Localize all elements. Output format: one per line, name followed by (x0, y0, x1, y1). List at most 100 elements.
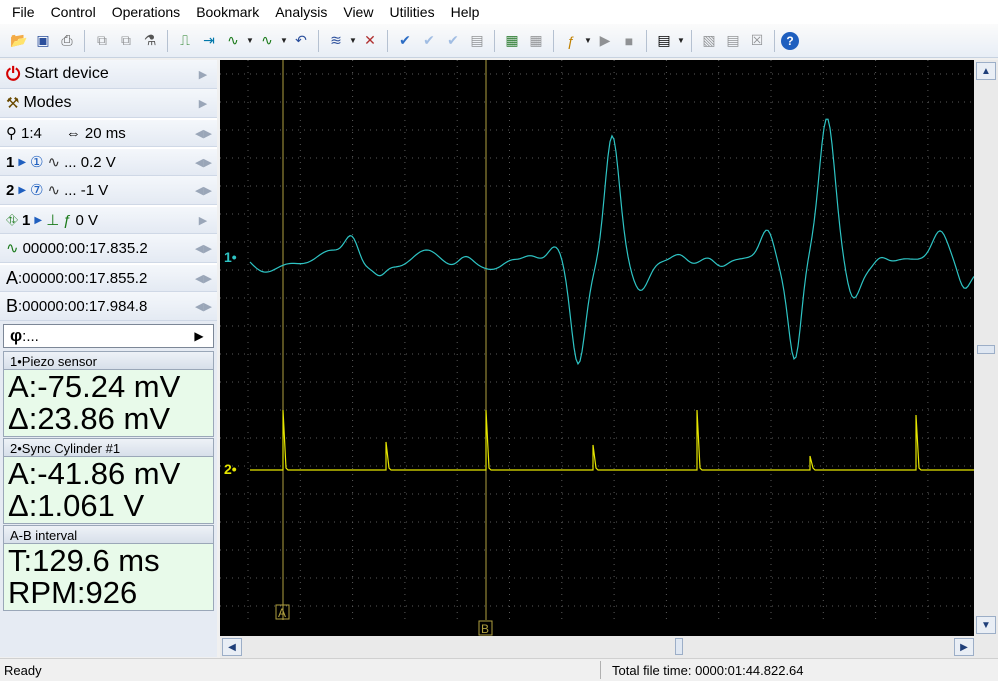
signal-alt-icon[interactable]: ∿ (256, 30, 278, 52)
chevron-right-icon: ▶ (198, 97, 208, 110)
scroll-left-icon[interactable]: ◀ (222, 638, 242, 656)
menu-operations[interactable]: Operations (104, 0, 188, 24)
control-panel: ⏻ Start device ▶ ⚒ Modes ▶ ⚲ 1:4 ⇔ 20 ms… (0, 60, 217, 657)
ac-coupling-icon: ∿ (47, 154, 61, 171)
app-window: File Control Operations Bookmark Analysi… (0, 0, 998, 681)
menu-utilities[interactable]: Utilities (381, 0, 442, 24)
interval-title: A-B interval (3, 525, 214, 544)
check-down-icon[interactable]: ✔ (418, 30, 440, 52)
menu-view[interactable]: View (335, 0, 381, 24)
save-icon[interactable]: ▣ (32, 30, 54, 52)
check-double-icon[interactable]: ✔ (442, 30, 464, 52)
chevron-down-icon[interactable]: ▼ (246, 36, 254, 45)
horizontal-scrollbar[interactable]: ◀ ▶ (220, 636, 998, 658)
chevron-right-icon: ▶ (198, 68, 208, 81)
copy-icon[interactable]: ⧉ (91, 30, 113, 52)
phi-value: :... (22, 327, 39, 345)
formula-open-icon[interactable]: ƒ (560, 30, 582, 52)
formula-run-icon[interactable]: ▶ (594, 30, 616, 52)
phase-row[interactable]: φ :... ▶ (3, 324, 214, 348)
undo-icon[interactable]: ↶ (290, 30, 312, 52)
toolbar-separator (691, 29, 692, 52)
scope-canvas[interactable]: 1• 2• A B (220, 60, 974, 636)
menu-analysis[interactable]: Analysis (267, 0, 335, 24)
print-icon[interactable]: ⎙ (56, 30, 78, 52)
timebase-icon: ⇔ (65, 124, 81, 142)
toolbar-separator (318, 29, 319, 52)
notes-icon[interactable]: ▤ (722, 30, 744, 52)
channel-2-row[interactable]: 2 ▶ ⑦ ∿ ... -1 V ◀▶ (0, 176, 217, 205)
report-icon[interactable]: ▧ (698, 30, 720, 52)
left-right-arrows-icon[interactable]: ◀▶ (195, 242, 212, 255)
left-right-arrows-icon[interactable]: ◀▶ (195, 156, 212, 169)
channel-2-trace (250, 409, 974, 471)
zoom-timebase-row[interactable]: ⚲ 1:4 ⇔ 20 ms ◀▶ (0, 118, 217, 147)
start-device-row[interactable]: ⏻ Start device ▶ (0, 60, 217, 89)
chevron-down-icon[interactable]: ▼ (349, 36, 357, 45)
left-right-arrows-icon[interactable]: ◀▶ (195, 300, 212, 313)
scroll-right-icon[interactable]: ▶ (954, 638, 974, 656)
channel-2-marker: 2• (224, 461, 237, 477)
zoom-icon: ⚲ (6, 125, 17, 142)
play-icon[interactable]: ▶ (191, 329, 207, 343)
chart-icon[interactable]: ▦ (501, 30, 523, 52)
left-right-arrows-icon[interactable]: ◀▶ (195, 184, 212, 197)
cursor-icon[interactable]: ⇥ (198, 30, 220, 52)
trigger-time-row[interactable]: ∿ 00000:00:17.835.2 ◀▶ (0, 234, 217, 263)
left-right-arrows-icon[interactable]: ◀▶ (195, 127, 212, 140)
left-right-arrows-icon[interactable]: ◀▶ (195, 272, 212, 285)
delete-icon[interactable]: ✕ (359, 30, 381, 52)
oscilloscope-view[interactable]: 1• 2• A B (220, 60, 974, 636)
close-report-icon[interactable]: ☒ (746, 30, 768, 52)
trigger-edge-icon[interactable]: ⎍ (174, 30, 196, 52)
play-icon: ▶ (18, 184, 27, 196)
trigger-row[interactable]: ⛗ 1 ▶ ⊥ ƒ 0 V ▶ (0, 205, 217, 234)
menu-help[interactable]: Help (443, 0, 488, 24)
open-folder-icon[interactable]: 📂 (8, 30, 30, 52)
channel-1-row[interactable]: 1 ▶ ① ∿ ... 0.2 V ◀▶ (0, 147, 217, 176)
check-icon[interactable]: ✔ (394, 30, 416, 52)
toolbar-separator (774, 29, 775, 52)
ch2-value-a: A:-41.86 mV (8, 456, 181, 491)
document-icon[interactable]: ▤ (466, 30, 488, 52)
chevron-right-icon: ▶ (198, 214, 208, 227)
menu-bookmark[interactable]: Bookmark (188, 0, 267, 24)
chevron-down-icon[interactable]: ▼ (280, 36, 288, 45)
modes-row[interactable]: ⚒ Modes ▶ (0, 89, 217, 118)
chart-edit-icon[interactable]: ▦ (525, 30, 547, 52)
help-icon[interactable]: ? (781, 31, 799, 50)
modes-label: Modes (23, 94, 72, 111)
menu-control[interactable]: Control (43, 0, 104, 24)
interval-time: T:129.6 ms (8, 543, 160, 578)
cursor-b-time: :00000:00:17.984.8 (18, 297, 148, 315)
toolbar: 📂 ▣ ⎙ ⧉ ⧉ ⚗ ⎍ ⇥ ∿ ▼ ∿ ▼ ↶ ≋ ▼ ✕ ✔ ✔ ✔ ▤ … (0, 24, 998, 58)
paste-icon[interactable]: ⧉ (115, 30, 137, 52)
channel-1-number: 1 (6, 153, 15, 171)
cursor-b-label: B (6, 295, 19, 316)
ch1-measure-box: A:-75.24 mV Δ:23.86 mV (3, 370, 214, 437)
signal-icon[interactable]: ∿ (222, 30, 244, 52)
status-text: Ready (4, 663, 42, 678)
formula-stop-icon[interactable]: ■ (618, 30, 640, 52)
play-icon: ▶ (34, 214, 43, 226)
vertical-scrollbar[interactable]: ▲ ▼ (974, 60, 998, 636)
ch1-value-delta: Δ:23.86 mV (8, 401, 171, 436)
trigger-channel: 1 (22, 211, 31, 229)
scroll-down-icon[interactable]: ▼ (976, 616, 996, 634)
cursor-a-row[interactable]: A :00000:00:17.855.2 ◀▶ (0, 263, 217, 292)
wizard-icon[interactable]: ⚗ (139, 30, 161, 52)
chevron-down-icon[interactable]: ▼ (677, 36, 685, 45)
status-divider (600, 661, 601, 679)
vertical-scroll-thumb[interactable] (977, 345, 995, 354)
menu-file[interactable]: File (4, 0, 43, 24)
ch1-measure-title: 1•Piezo sensor (3, 351, 214, 370)
timebase-value: 20 ms (84, 124, 126, 142)
waveform-icon[interactable]: ≋ (325, 30, 347, 52)
status-bar: Ready Total file time: 0000:01:44.822.64 (0, 658, 998, 681)
cursor-b-row[interactable]: B :00000:00:17.984.8 ◀▶ (0, 292, 217, 321)
horizontal-scroll-thumb[interactable] (675, 638, 683, 655)
trigger-icon: ⛗ (6, 211, 19, 229)
chevron-down-icon[interactable]: ▼ (584, 36, 592, 45)
scroll-up-icon[interactable]: ▲ (976, 62, 996, 80)
formula-table-icon[interactable]: ▤ (653, 30, 675, 52)
